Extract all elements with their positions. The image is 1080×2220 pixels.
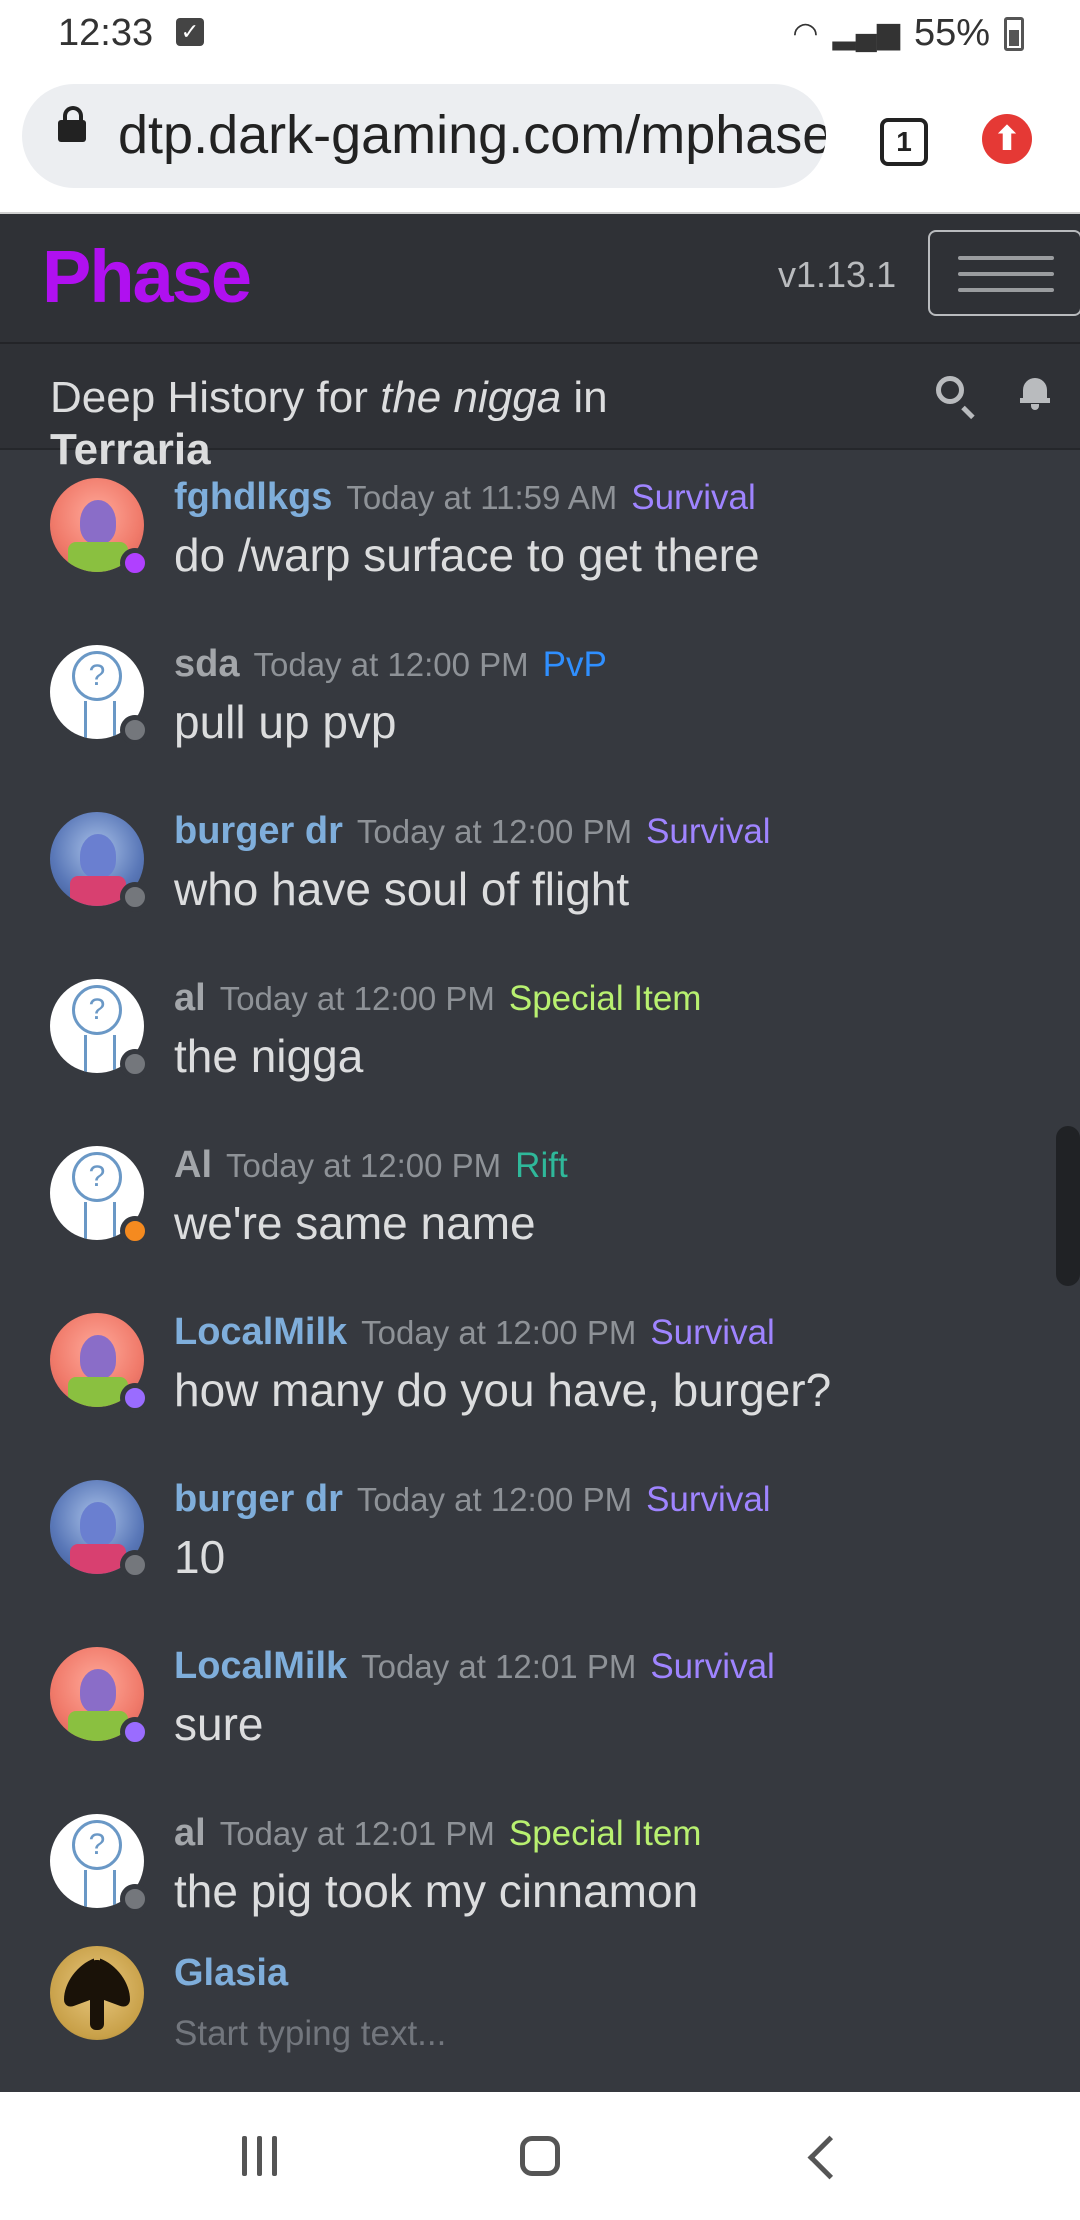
server-tag: Survival xyxy=(650,1313,775,1352)
system-nav-bar xyxy=(0,2092,1080,2220)
server-tag: Survival xyxy=(646,812,771,851)
username[interactable]: burger dr xyxy=(174,1478,343,1521)
username[interactable]: sda xyxy=(174,643,239,686)
checkbox-notification-icon: ✓ xyxy=(176,18,204,46)
message-text: how many do you have, burger? xyxy=(174,1364,832,1416)
message-text: 10 xyxy=(174,1531,226,1583)
message-item: burger dr Today at 12:00 PM Survival who… xyxy=(0,784,1080,951)
username[interactable]: fghdlkgs xyxy=(174,476,332,519)
address-bar[interactable]: dtp.dark-gaming.com/mphase xyxy=(22,84,826,188)
server-tag: Rift xyxy=(515,1146,568,1185)
status-indicator-icon xyxy=(120,1049,150,1079)
timestamp: Today at 12:00 PM xyxy=(361,1314,637,1351)
signal-icon: ▂▄▆ xyxy=(832,17,900,50)
back-icon[interactable] xyxy=(807,2135,852,2180)
server-tag: Survival xyxy=(650,1647,775,1686)
message-item: fghdlkgs Today at 11:59 AM Survival do /… xyxy=(0,450,1080,617)
message-text: do /warp surface to get there xyxy=(174,529,760,581)
server-tag: Special Item xyxy=(508,979,702,1018)
username[interactable]: al xyxy=(174,1812,206,1855)
server-tag: PvP xyxy=(542,645,607,684)
avatar[interactable] xyxy=(50,1946,144,2040)
update-arrow-icon[interactable]: ⬆ xyxy=(982,114,1032,164)
timestamp: Today at 12:00 PM xyxy=(226,1147,502,1184)
status-indicator-icon xyxy=(120,1383,150,1413)
message-item: ? al Today at 12:01 PM Special Item the … xyxy=(0,1786,1080,1953)
app-version: v1.13.1 xyxy=(778,254,897,295)
scrollbar-thumb[interactable] xyxy=(1056,1126,1080,1286)
timestamp: Today at 12:01 PM xyxy=(219,1815,495,1852)
status-time: 12:33 xyxy=(58,12,154,54)
lock-icon xyxy=(58,106,86,142)
message-input[interactable] xyxy=(174,2008,994,2060)
message-item: ? Al Today at 12:00 PM Rift we're same n… xyxy=(0,1118,1080,1285)
url-text: dtp.dark-gaming.com/mphase xyxy=(118,105,826,165)
message-text: the nigga xyxy=(174,1030,364,1082)
username[interactable]: al xyxy=(174,977,206,1020)
recents-icon[interactable] xyxy=(240,2136,280,2176)
wifi-icon: ◠ xyxy=(792,17,819,50)
timestamp: Today at 12:00 PM xyxy=(356,1481,633,1518)
message-item: LocalMilk Today at 12:01 PM Survival sur… xyxy=(0,1619,1080,1786)
message-item: ? sda Today at 12:00 PM PvP pull up pvp xyxy=(0,617,1080,784)
title-in: in xyxy=(561,373,608,422)
composer-username: Glasia xyxy=(174,1952,289,1994)
timestamp: Today at 11:59 AM xyxy=(346,479,618,516)
app-navbar: Phase v1.13.1 xyxy=(0,214,1080,344)
timestamp: Today at 12:00 PM xyxy=(356,813,633,850)
username[interactable]: LocalMilk xyxy=(174,1311,347,1354)
bell-icon[interactable] xyxy=(1020,376,1050,410)
tab-switcher-button[interactable]: 1 xyxy=(880,118,928,166)
status-right: ◠ ▂▄▆ 55% xyxy=(792,12,1024,55)
status-indicator-icon xyxy=(120,1216,150,1246)
username[interactable]: burger dr xyxy=(174,810,343,853)
search-icon[interactable] xyxy=(936,376,964,404)
status-indicator-icon xyxy=(120,715,150,745)
title-player: the nigga xyxy=(380,373,562,422)
status-indicator-icon xyxy=(120,1550,150,1580)
status-indicator-icon xyxy=(120,882,150,912)
username[interactable]: Al xyxy=(174,1144,212,1187)
timestamp: Today at 12:00 PM xyxy=(253,646,529,683)
status-bar: 12:33 ✓ ◠ ▂▄▆ 55% xyxy=(0,0,1080,66)
username[interactable]: LocalMilk xyxy=(174,1645,347,1688)
app-logo[interactable]: Phase xyxy=(42,234,252,319)
message-item: LocalMilk Today at 12:00 PM Survival how… xyxy=(0,1285,1080,1452)
server-tag: Survival xyxy=(631,478,756,517)
battery-percent: 55% xyxy=(913,12,990,54)
server-tag: Survival xyxy=(646,1480,771,1519)
status-indicator-icon xyxy=(120,548,150,578)
message-list: fghdlkgs Today at 11:59 AM Survival do /… xyxy=(0,450,1080,2090)
status-indicator-icon xyxy=(120,1884,150,1914)
message-text: we're same name xyxy=(174,1197,536,1249)
timestamp: Today at 12:01 PM xyxy=(361,1648,637,1685)
server-tag: Special Item xyxy=(508,1814,702,1853)
hamburger-menu-button[interactable] xyxy=(928,230,1080,316)
channel-header: Deep History for the nigga in Terraria xyxy=(0,344,1080,474)
battery-icon xyxy=(1004,16,1024,51)
home-icon[interactable] xyxy=(520,2136,560,2176)
message-text: the pig took my cinnamon xyxy=(174,1865,699,1917)
browser-toolbar: dtp.dark-gaming.com/mphase 1 ⬆ xyxy=(0,66,1080,214)
title-prefix: Deep History for xyxy=(50,373,381,422)
message-text: who have soul of flight xyxy=(174,863,630,915)
status-indicator-icon xyxy=(120,1717,150,1747)
timestamp: Today at 12:00 PM xyxy=(219,980,495,1017)
message-item: ? al Today at 12:00 PM Special Item the … xyxy=(0,951,1080,1118)
message-item: burger dr Today at 12:00 PM Survival 10 xyxy=(0,1452,1080,1619)
message-text: pull up pvp xyxy=(174,696,397,748)
message-text: sure xyxy=(174,1698,264,1750)
message-composer: Glasia xyxy=(0,1940,1080,2090)
